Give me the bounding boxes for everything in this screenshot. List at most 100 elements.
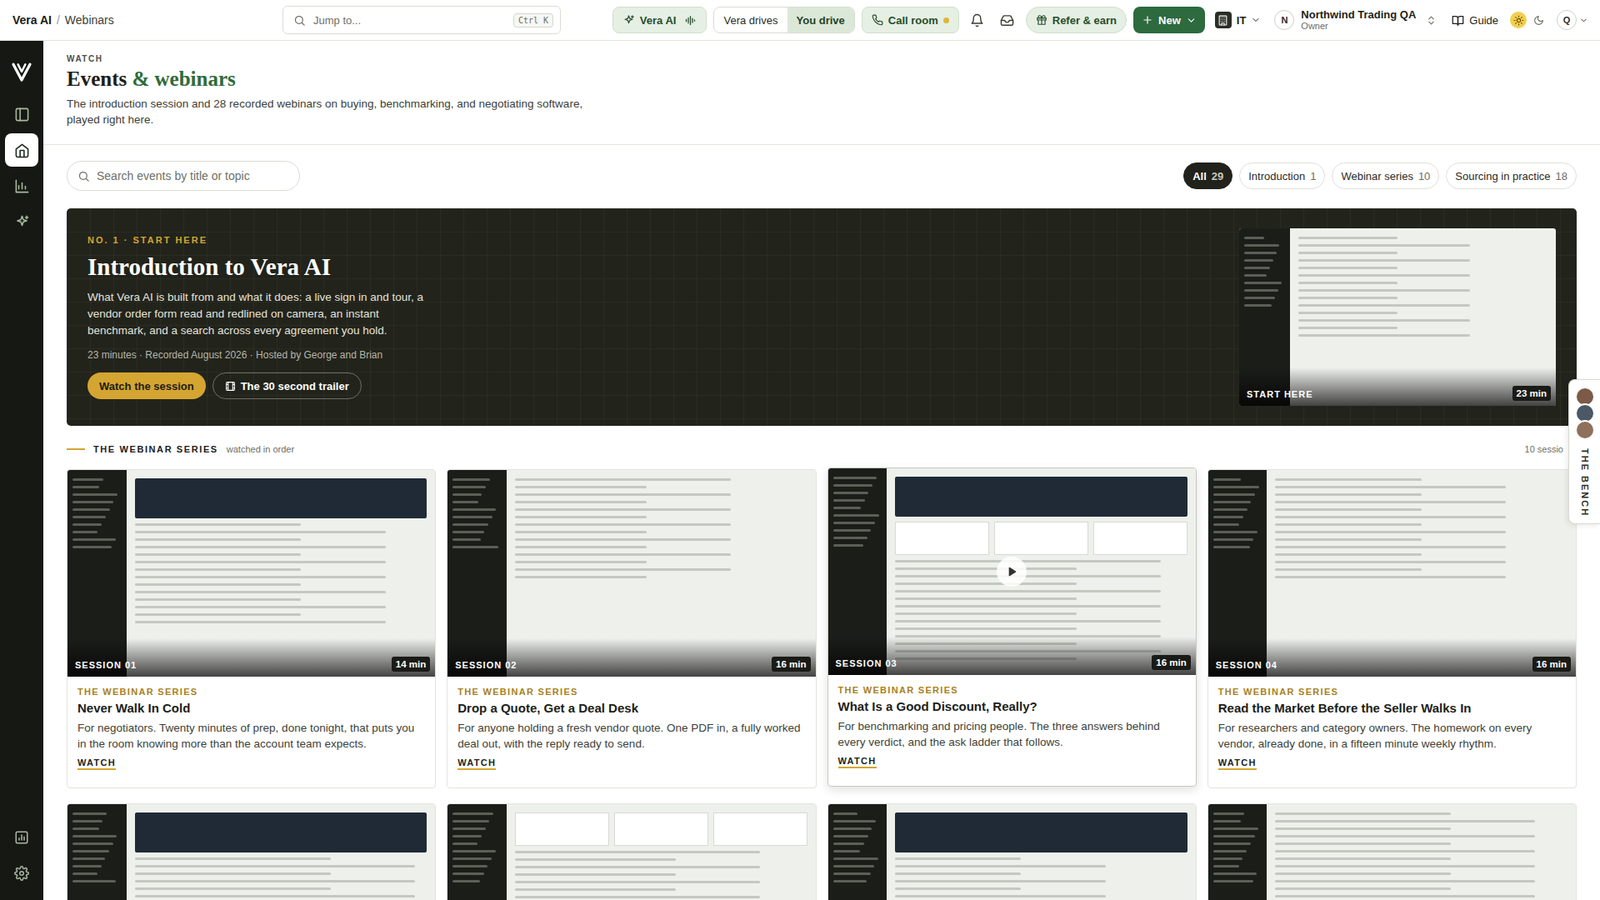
frame-line <box>1244 304 1272 307</box>
duration-badge: 16 min <box>771 656 810 672</box>
plus-icon <box>1141 14 1154 26</box>
play-button[interactable] <box>996 556 1027 587</box>
user-menu[interactable]: Q <box>1553 10 1592 30</box>
frame-line <box>72 880 116 883</box>
sidebar-item[interactable] <box>5 856 39 890</box>
building-icon <box>1217 15 1229 26</box>
session-card[interactable] <box>1207 803 1577 900</box>
frame-line <box>895 857 1021 860</box>
mode-option[interactable]: Vera drives <box>714 7 787 33</box>
frame-line <box>895 605 1161 608</box>
frame-line <box>1213 865 1240 868</box>
frame-line <box>452 812 494 815</box>
sun-icon <box>1513 15 1525 26</box>
app-body: WATCHEvents& webinarsThe introduction se… <box>0 40 1600 900</box>
frame-line <box>833 484 873 487</box>
sidebar-item[interactable] <box>5 97 39 131</box>
frame-line <box>72 485 100 489</box>
sidebar-item[interactable] <box>5 169 39 203</box>
session-card[interactable] <box>827 803 1197 900</box>
frame-line <box>833 880 867 883</box>
vera-button[interactable]: Vera AI <box>612 6 708 34</box>
duration-badge: 14 min <box>391 656 430 672</box>
call-room-button[interactable]: Call room <box>861 6 960 34</box>
frame-line <box>135 545 387 549</box>
breadcrumb-separator: / <box>56 13 60 27</box>
filter-pill[interactable]: Sourcing in practice18 <box>1445 162 1577 190</box>
session-card[interactable] <box>446 803 816 900</box>
sidebar-item[interactable] <box>5 205 39 239</box>
guide-button[interactable]: Guide <box>1446 6 1504 34</box>
frame-line <box>1213 530 1258 534</box>
session-card[interactable]: SESSION 0316 minTHE WEBINAR SERIESWhat I… <box>827 467 1197 787</box>
frame-line <box>515 530 647 534</box>
sidebar-item[interactable] <box>5 820 39 855</box>
frame-line <box>895 627 1076 630</box>
account-name: Northwind Trading QA <box>1300 8 1416 21</box>
watch-link[interactable]: WATCH <box>838 755 877 769</box>
event-search[interactable]: Search events by title or topic <box>66 160 300 191</box>
filter-pill[interactable]: Introduction1 <box>1239 162 1325 190</box>
frame-line <box>1213 515 1244 519</box>
watch-link[interactable]: WATCH <box>457 757 496 770</box>
frame-line <box>1275 857 1450 860</box>
filter-pill[interactable]: All 29 <box>1183 162 1233 190</box>
trailer-label: The 30 second trailer <box>240 380 350 393</box>
card-description: For anyone holding a fresh vendor quote.… <box>457 720 805 752</box>
theme-toggle[interactable] <box>1510 11 1547 29</box>
frame-line <box>895 865 1105 868</box>
video-frame <box>828 804 1196 900</box>
hero-buttons: Watch the session The 30 second trailer <box>87 372 1219 400</box>
frame-line <box>1275 887 1450 890</box>
refer-label: Refer & earn <box>1052 14 1117 27</box>
frame-line <box>72 530 98 534</box>
jump-search[interactable]: Jump to...Ctrl K <box>282 5 561 35</box>
inbox-button[interactable] <box>995 6 1020 34</box>
frame-line <box>895 590 1161 593</box>
watch-link[interactable]: WATCH <box>1218 757 1257 770</box>
session-card[interactable]: SESSION 0114 minTHE WEBINAR SERIESNever … <box>66 469 436 789</box>
search-icon <box>77 170 90 183</box>
pill-label: All <box>1192 170 1207 183</box>
breadcrumb-app[interactable]: Vera AI <box>12 13 52 27</box>
mode-toggle: Vera drivesYou drive <box>713 6 855 34</box>
frame-line <box>1275 493 1421 496</box>
hero-thumbnail[interactable]: START HERE23 min <box>1239 228 1556 406</box>
filter-pill[interactable]: Webinar series10 <box>1331 162 1440 190</box>
frame-line <box>452 500 478 504</box>
session-card[interactable] <box>66 803 436 900</box>
trailer-button[interactable]: The 30 second trailer <box>212 372 362 400</box>
frame-line <box>72 842 114 845</box>
thumb-label: START HERE <box>1246 389 1313 400</box>
frame-line <box>135 590 387 594</box>
sidebar-item[interactable] <box>5 133 39 167</box>
card-body: THE WEBINAR SERIESWhat Is a Good Discoun… <box>828 675 1196 786</box>
frame-line <box>515 560 647 564</box>
refer-button[interactable]: Refer & earn <box>1025 6 1127 34</box>
chevron-updown-icon <box>1425 15 1437 26</box>
frame-line <box>72 508 110 511</box>
pill-count: 29 <box>1211 170 1224 183</box>
frame-line <box>1298 304 1470 307</box>
bench-tab[interactable]: THE BENCH <box>1568 379 1600 525</box>
mode-option[interactable]: You drive <box>787 7 855 33</box>
watch-link[interactable]: WATCH <box>77 757 116 770</box>
frame-line <box>515 858 676 861</box>
session-card[interactable]: SESSION 0216 minTHE WEBINAR SERIESDrop a… <box>446 469 816 789</box>
bench-label: THE BENCH <box>1580 448 1590 517</box>
session-card[interactable]: SESSION 0416 minTHE WEBINAR SERIESRead t… <box>1207 469 1577 789</box>
logo[interactable] <box>9 59 35 85</box>
frame-line <box>72 812 107 815</box>
frame-line <box>135 583 302 586</box>
card-title: Drop a Quote, Get a Deal Desk <box>457 700 805 715</box>
account-switcher[interactable]: NNorthwind Trading QAOwner <box>1270 8 1440 32</box>
new-button[interactable]: New <box>1133 6 1205 34</box>
workspace-switcher[interactable]: IT <box>1211 6 1265 34</box>
watch-button[interactable]: Watch the session <box>87 372 206 400</box>
frame-line <box>1298 319 1470 322</box>
topbar-actions: Vera AIVera drivesYou driveCall room Refe… <box>612 6 1592 34</box>
frame-line <box>1244 296 1275 300</box>
frame-box <box>614 812 709 846</box>
notifications-button[interactable] <box>965 6 990 34</box>
frame-band <box>895 476 1188 517</box>
